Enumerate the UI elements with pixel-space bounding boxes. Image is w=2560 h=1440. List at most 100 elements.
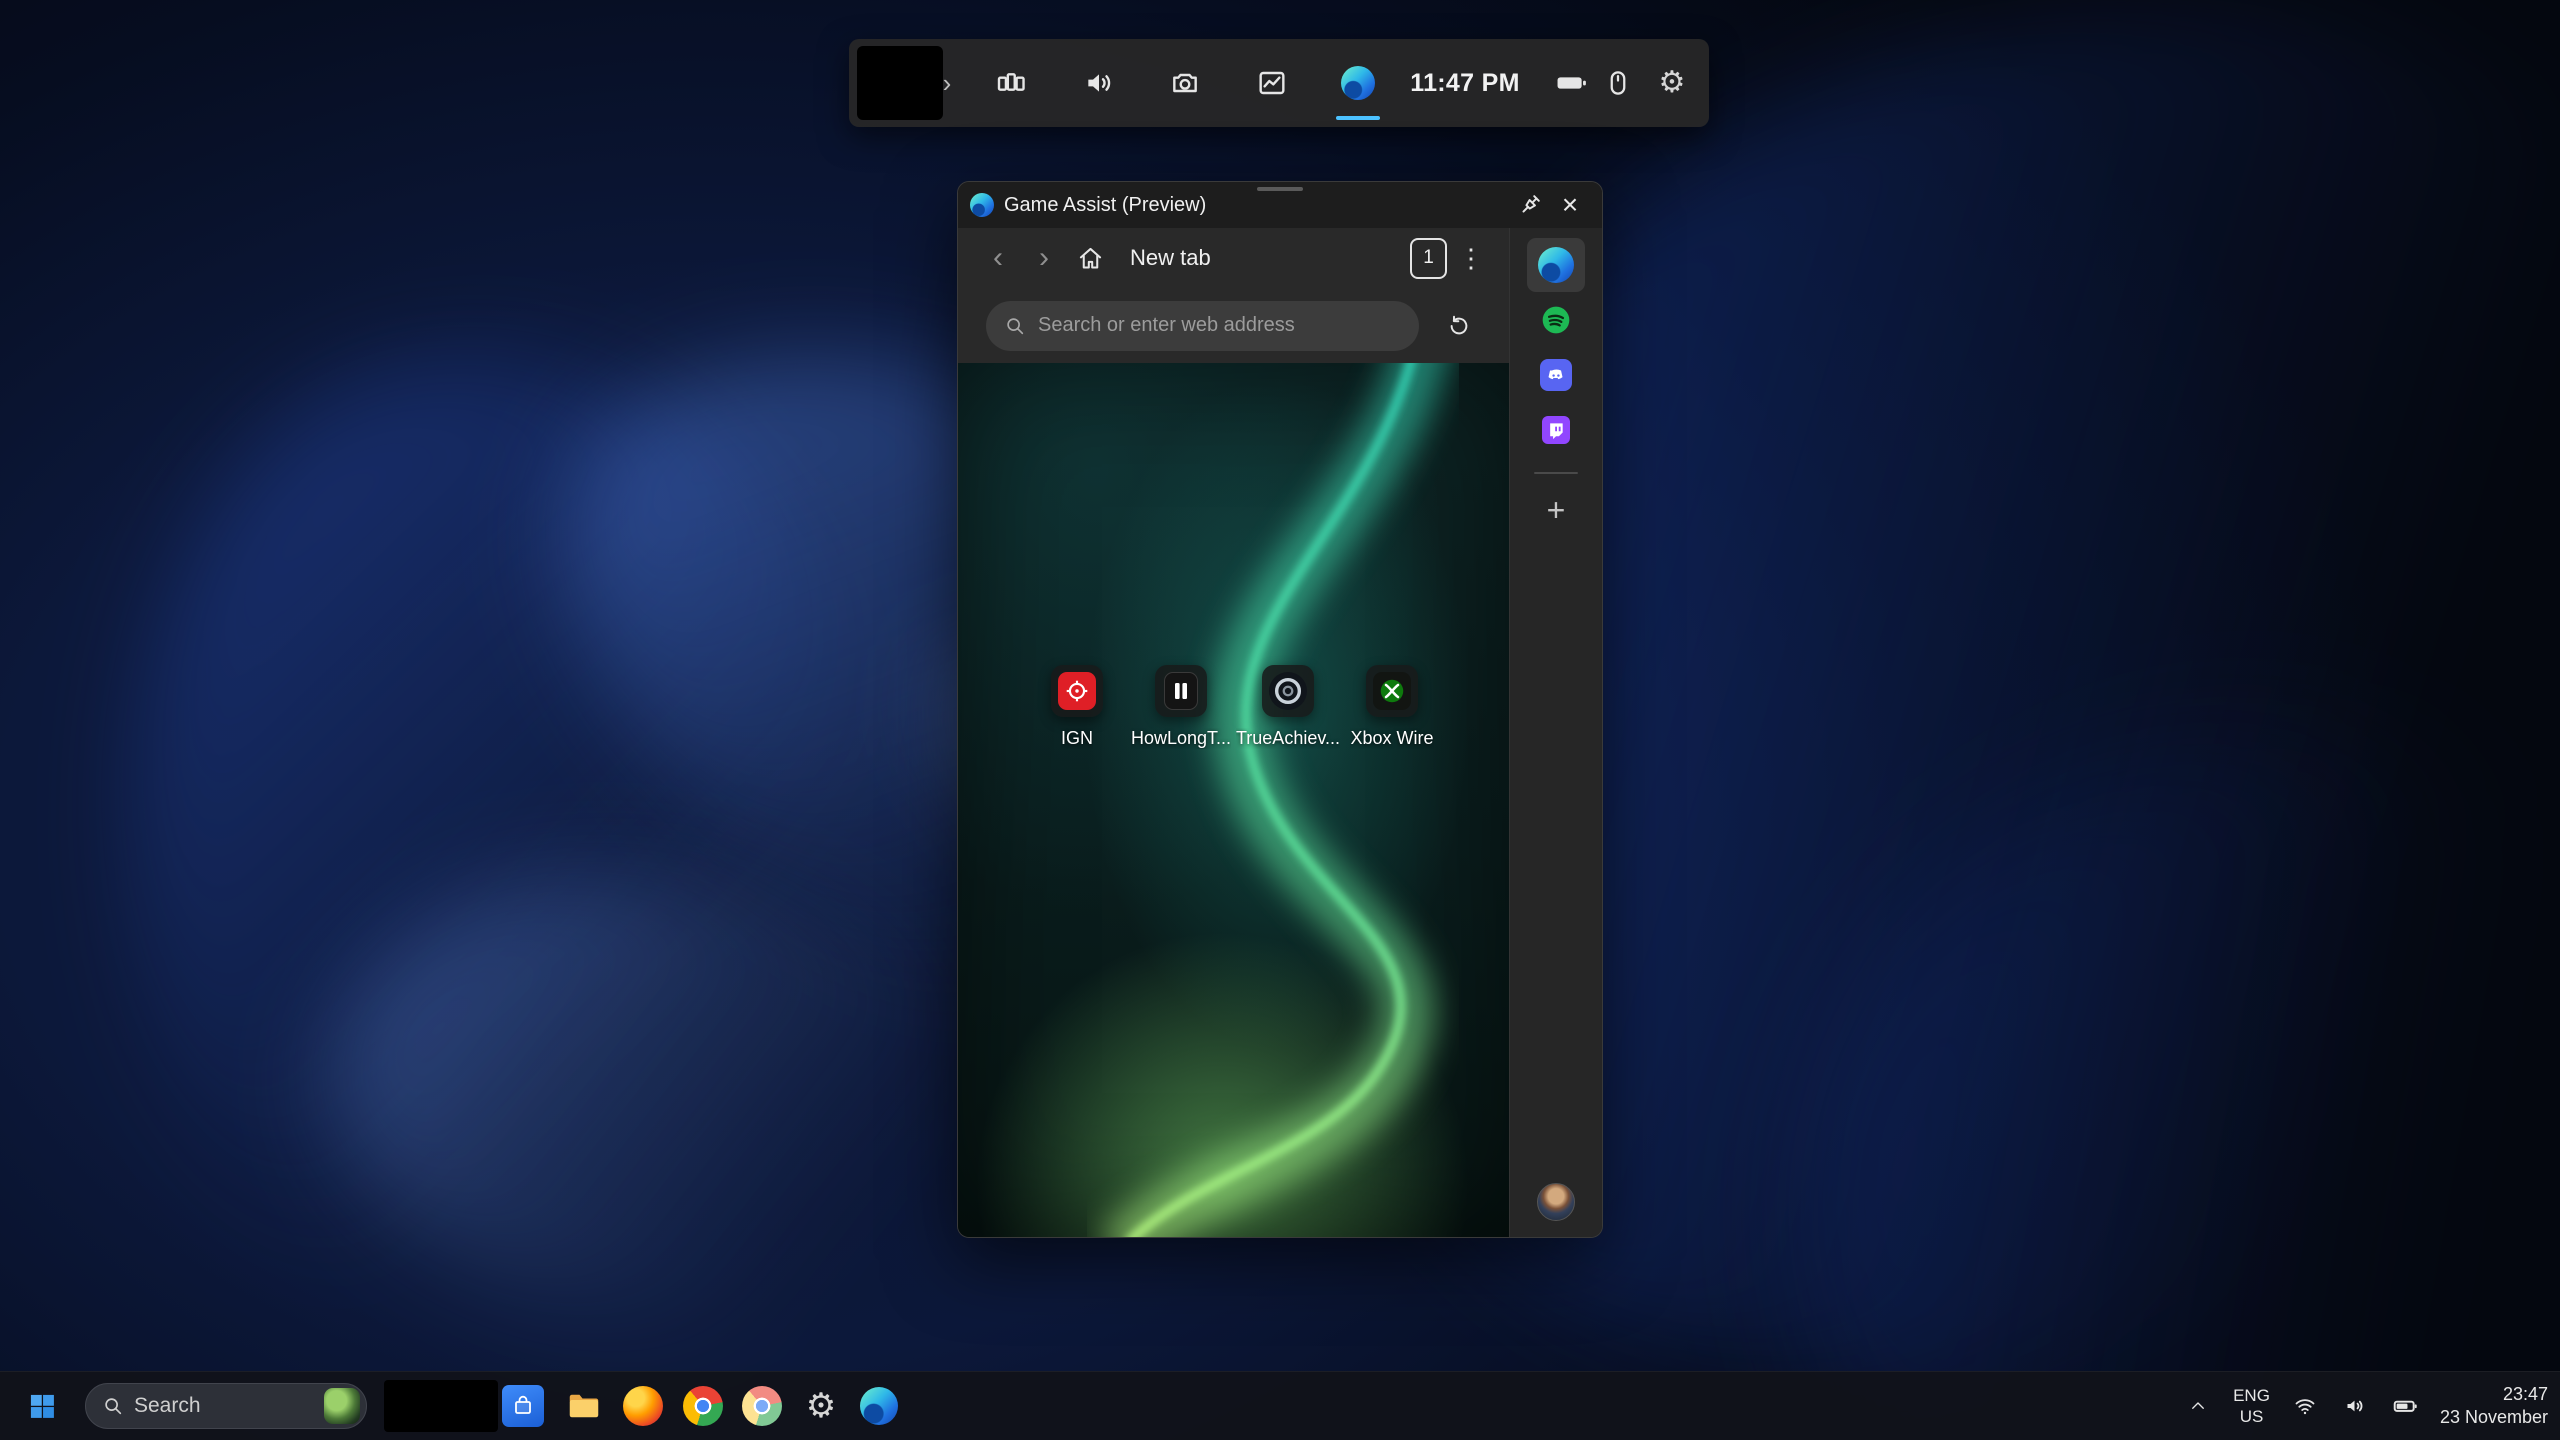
gear-icon: ⚙ [1659, 68, 1686, 98]
spotify-icon [1540, 304, 1572, 336]
desktop: › 11:47 [0, 0, 2560, 1440]
shortcut-howlongtobeat[interactable]: HowLongT... [1123, 665, 1239, 749]
chevron-right-icon: › [1039, 241, 1049, 275]
speaker-icon [2343, 1394, 2367, 1418]
gamebar-clock: 11:47 PM [1389, 39, 1541, 127]
search-highlight-image[interactable] [324, 1388, 360, 1424]
store-icon [502, 1385, 544, 1427]
twitch-icon [1542, 416, 1570, 444]
game-bar: › 11:47 [849, 39, 1709, 127]
new-tab-page: IGN HowLongT... [958, 363, 1509, 1237]
more-menu-button[interactable]: ⋮ [1453, 236, 1489, 280]
edge-icon [970, 193, 994, 217]
pin-icon [1517, 192, 1543, 218]
home-button[interactable] [1070, 236, 1110, 280]
system-tray: ENG US [2183, 1372, 2548, 1440]
taskbar-icon-firefox[interactable] [622, 1386, 664, 1426]
close-icon: × [1562, 189, 1578, 221]
capture-widget-button[interactable] [1163, 39, 1207, 127]
taskbar-icon-chrome-beta[interactable] [741, 1386, 783, 1426]
taskbar-clock[interactable]: 23:47 23 November [2440, 1383, 2548, 1430]
shortcut-xbox-wire[interactable]: Xbox Wire [1334, 665, 1450, 749]
wifi-icon [2293, 1394, 2317, 1418]
audio-widget-button[interactable] [1077, 39, 1121, 127]
chevron-right-icon: › [943, 68, 952, 99]
edge-icon [1538, 247, 1574, 283]
back-button[interactable]: ‹ [978, 236, 1018, 280]
sidebar-item-edge[interactable] [1527, 238, 1585, 292]
battery-icon [1554, 66, 1588, 100]
taskbar-icon-edge[interactable] [858, 1387, 900, 1425]
expand-captures-button[interactable]: › [933, 39, 961, 127]
search-icon [102, 1395, 124, 1417]
widgets-icon [995, 67, 1027, 99]
battery-button[interactable] [2390, 1386, 2420, 1426]
search-icon [1004, 315, 1026, 337]
taskbar-icon-settings[interactable]: ⚙ [800, 1389, 842, 1423]
mouse-icon [1603, 68, 1633, 98]
battery-icon [2392, 1393, 2418, 1419]
window-title: Game Assist (Preview) [1004, 194, 1510, 217]
howlongtobeat-logo-icon [1164, 672, 1198, 710]
shortcut-ign[interactable]: IGN [1019, 665, 1135, 749]
camera-icon [1169, 67, 1201, 99]
plus-icon: + [1547, 492, 1566, 529]
chevron-up-icon [2189, 1397, 2207, 1415]
chrome-icon [683, 1386, 723, 1426]
chrome-beta-icon [742, 1386, 782, 1426]
gamebar-settings-button[interactable]: ⚙ [1650, 39, 1694, 127]
trueachievements-logo-icon [1269, 672, 1307, 710]
widgets-menu-button[interactable] [989, 39, 1033, 127]
shortcut-trueachievements[interactable]: TrueAchiev... [1230, 665, 1346, 749]
forward-button[interactable]: › [1024, 236, 1064, 280]
discord-icon [1540, 359, 1572, 391]
ellipsis-vertical-icon: ⋮ [1458, 243, 1484, 274]
chevron-left-icon: ‹ [993, 241, 1003, 275]
folder-icon [566, 1388, 602, 1424]
add-site-button[interactable]: + [1534, 488, 1578, 532]
game-assist-window: Game Assist (Preview) × ‹ [957, 181, 1603, 1238]
search-input[interactable] [1038, 314, 1401, 337]
volume-button[interactable] [2340, 1386, 2370, 1426]
edge-icon [860, 1387, 898, 1425]
pin-window-button[interactable] [1510, 187, 1550, 223]
taskbar: Search ⚙ [0, 1371, 2560, 1440]
game-assist-sidebar: + [1509, 228, 1602, 1237]
tab-counter-button[interactable]: 1 [1410, 238, 1447, 279]
language-indicator[interactable]: ENG US [2233, 1385, 2270, 1428]
network-button[interactable] [2290, 1386, 2320, 1426]
address-bar-row [958, 288, 1509, 363]
gamebar-mouse-button[interactable] [1596, 39, 1640, 127]
window-titlebar[interactable]: Game Assist (Preview) × [958, 182, 1602, 228]
close-window-button[interactable]: × [1550, 187, 1590, 223]
windows-logo-icon [28, 1392, 56, 1420]
taskbar-icon-file-explorer[interactable] [563, 1388, 605, 1424]
hidden-icons-button[interactable] [2183, 1386, 2213, 1426]
performance-graph-icon [1256, 67, 1288, 99]
window-drag-handle[interactable] [1257, 187, 1303, 191]
firefox-icon [623, 1386, 663, 1426]
refresh-button[interactable] [1437, 304, 1481, 348]
capture-preview[interactable] [857, 46, 943, 120]
taskbar-icon-chrome[interactable] [682, 1386, 724, 1426]
browser-nav-bar: ‹ › New tab 1 ⋮ [958, 228, 1509, 288]
sidebar-item-discord[interactable] [1527, 348, 1585, 402]
site-shortcuts: IGN HowLongT... [958, 665, 1509, 815]
start-button[interactable] [21, 1392, 63, 1420]
gear-icon: ⚙ [806, 1389, 836, 1423]
address-bar[interactable] [986, 301, 1419, 351]
sidebar-item-twitch[interactable] [1527, 403, 1585, 457]
ign-logo-icon [1058, 672, 1096, 710]
edge-icon [1341, 66, 1375, 100]
game-assist-widget-button[interactable] [1336, 39, 1380, 127]
taskbar-search-label: Search [134, 1394, 314, 1418]
profile-avatar[interactable] [1537, 1183, 1575, 1221]
taskbar-search-box[interactable]: Search [85, 1383, 367, 1429]
sidebar-separator [1534, 472, 1578, 474]
speaker-icon [1083, 67, 1115, 99]
active-widget-indicator [1336, 116, 1380, 120]
performance-widget-button[interactable] [1250, 39, 1294, 127]
sidebar-item-spotify[interactable] [1527, 293, 1585, 347]
taskbar-icon-store[interactable] [502, 1385, 544, 1427]
app-window-thumbnail[interactable] [384, 1380, 498, 1432]
